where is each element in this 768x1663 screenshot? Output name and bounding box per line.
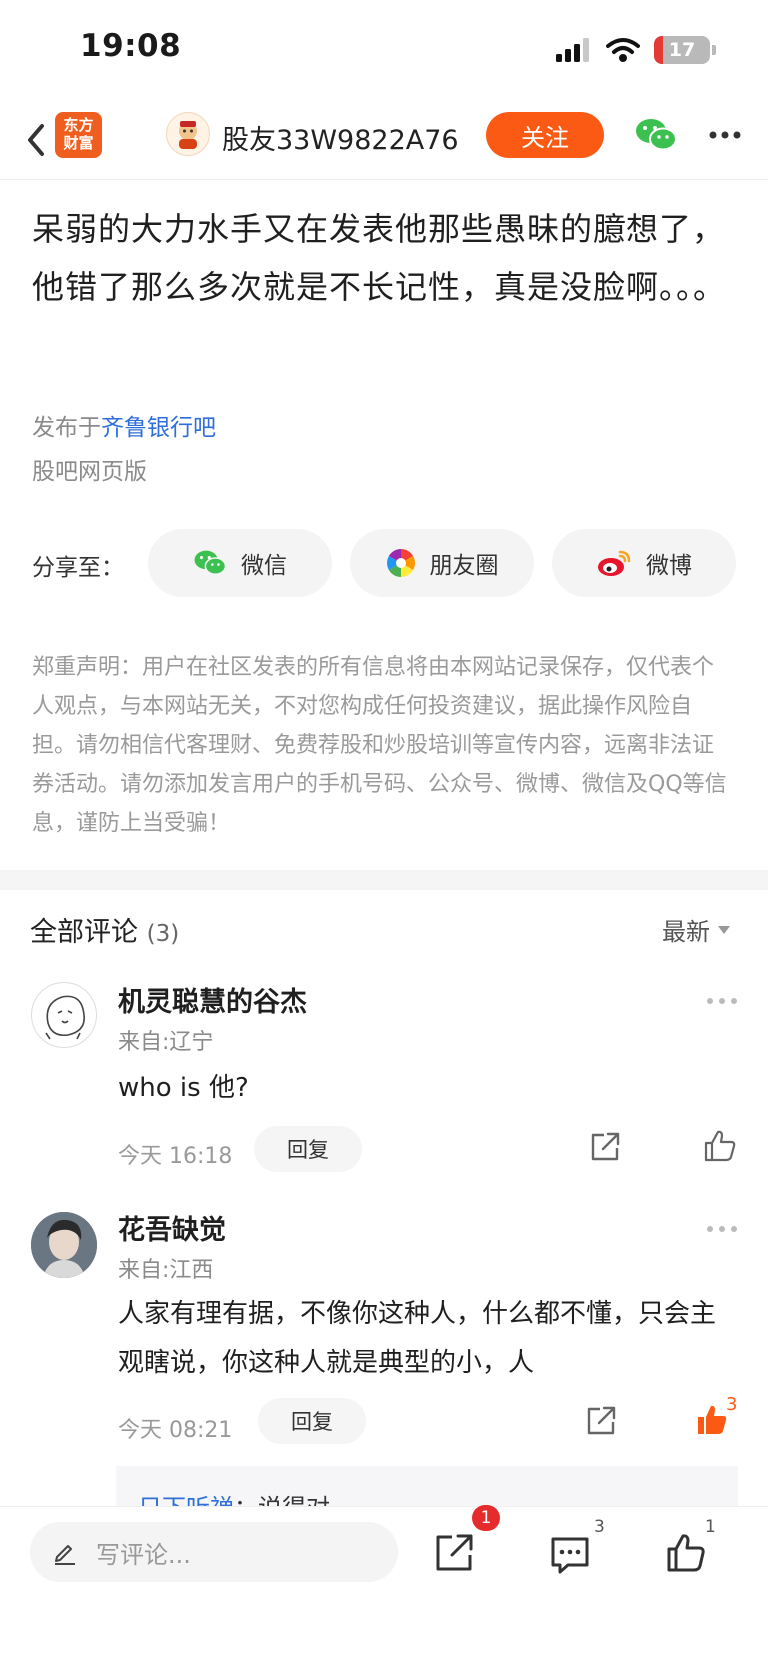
comment-input-placeholder: 写评论... [96,1540,191,1569]
comment-author[interactable]: 机灵聪慧的谷杰 [118,980,307,1019]
comment-share-icon[interactable] [584,1404,618,1438]
cellular-signal-icon [556,38,589,62]
comment-text: who is 他? [118,1073,249,1103]
status-icons: 17 [556,36,716,64]
status-time: 19:08 [80,28,182,64]
forum-link[interactable]: 齐鲁银行吧 [101,415,216,441]
nav-username[interactable]: 股友33W9822A76 [222,118,459,157]
logo-line-1: 东方 [63,116,94,134]
disclaimer: 郑重声明：用户在社区发表的所有信息将由本网站记录保存，仅代表个人观点，与本网站无… [32,655,727,836]
weibo-icon [598,550,631,576]
comment-share-icon[interactable] [588,1130,622,1164]
battery-cap [712,45,716,55]
comment-input[interactable]: 写评论... [30,1522,398,1582]
user-avatar[interactable] [166,112,210,156]
post-source: 股吧网页版 [32,459,147,485]
back-icon[interactable] [18,116,54,164]
wechat-icon [194,550,227,575]
comment-item: 机灵聪慧的谷杰 来自:辽宁 who is 他? 今天 16:18 回复 [0,980,768,1180]
comment-like-count: 3 [726,1394,738,1415]
subreply-content: 说得对 [258,1494,330,1506]
comment-more-icon[interactable] [706,1224,738,1234]
share-weibo-button[interactable]: 微博 [552,529,736,597]
follow-button[interactable]: 关注 [486,112,604,158]
share-moments-label: 朋友圈 [429,553,499,579]
share-icon[interactable] [432,1531,476,1575]
share-label: 分享至： [32,555,124,581]
comment-more-icon[interactable] [706,996,738,1006]
photo-avatar-icon [31,1212,97,1278]
comment-icon[interactable] [548,1533,592,1577]
wifi-icon [606,38,640,62]
wechat-icon[interactable] [634,116,678,154]
more-icon[interactable] [708,128,742,142]
sort-label: 最新 [662,918,710,946]
moments-icon [386,549,415,577]
subreply-box[interactable]: 日下听禅：说得对 [116,1466,738,1506]
logo-line-2: 财富 [63,134,94,152]
share-wechat-label: 微信 [241,553,287,579]
section-divider [0,870,768,890]
share-wechat-button[interactable]: 微信 [148,529,332,597]
app-logo[interactable]: 东方 财富 [55,112,102,158]
comment-text: 人家有理有据，不像你这种人，什么都不懂，只会主观瞎说，你这种人就是典型的小，人 [118,1299,717,1378]
status-bar: 19:08 17 [0,0,768,100]
doodle-avatar-icon [45,995,85,1040]
subreply-separator: ： [234,1494,258,1506]
published-prefix: 发布于 [32,415,101,441]
comment-time: 今天 08:21 [118,1418,233,1443]
comment-item: 花吾缺觉 来自:江西 人家有理有据，不像你这种人，什么都不懂，只会主观瞎说，你这… [0,1208,768,1458]
like-count: 1 [705,1517,716,1537]
battery-icon: 17 [654,36,710,64]
share-moments-button[interactable]: 朋友圈 [350,529,534,597]
mascot-avatar-icon [179,121,197,149]
share-badge: 1 [472,1505,500,1531]
comments-count: (3) [146,921,180,947]
battery-level: 17 [668,39,696,61]
subreply-user[interactable]: 日下听禅 [138,1494,234,1506]
reply-button[interactable]: 回复 [254,1126,362,1172]
comments-title: 全部评论 (3) [30,910,179,949]
comment-author[interactable]: 花吾缺觉 [118,1208,226,1247]
comment-location: 来自:辽宁 [118,1030,214,1055]
post-content: 呆弱的大力水手又在发表他那些愚昧的臆想了，他错了那么多次就是不长记性，真是没脸啊… [32,210,727,306]
sort-select[interactable]: 最新 [662,912,730,947]
comment-like-icon[interactable] [702,1128,738,1164]
comment-time: 今天 16:18 [118,1144,233,1169]
subreply-text: 日下听禅：说得对 [138,1488,330,1506]
comment-avatar[interactable] [31,1212,97,1278]
bottom-bar: 写评论... 1 3 1 [0,1505,768,1663]
share-weibo-label: 微博 [646,553,692,579]
like-icon[interactable] [664,1531,708,1575]
caret-down-icon [718,925,730,934]
pencil-icon [55,1545,75,1565]
comment-location: 来自:江西 [118,1258,214,1283]
reply-button[interactable]: 回复 [258,1398,366,1444]
comment-count: 3 [594,1517,605,1537]
comment-like-icon-liked[interactable] [694,1402,730,1438]
nav-bar: 东方 财富 股友33W9822A76 关注 [0,100,768,180]
comments-title-label: 全部评论 [30,917,138,948]
post-meta: 发布于齐鲁银行吧 [32,408,216,442]
comment-avatar[interactable] [31,982,97,1048]
